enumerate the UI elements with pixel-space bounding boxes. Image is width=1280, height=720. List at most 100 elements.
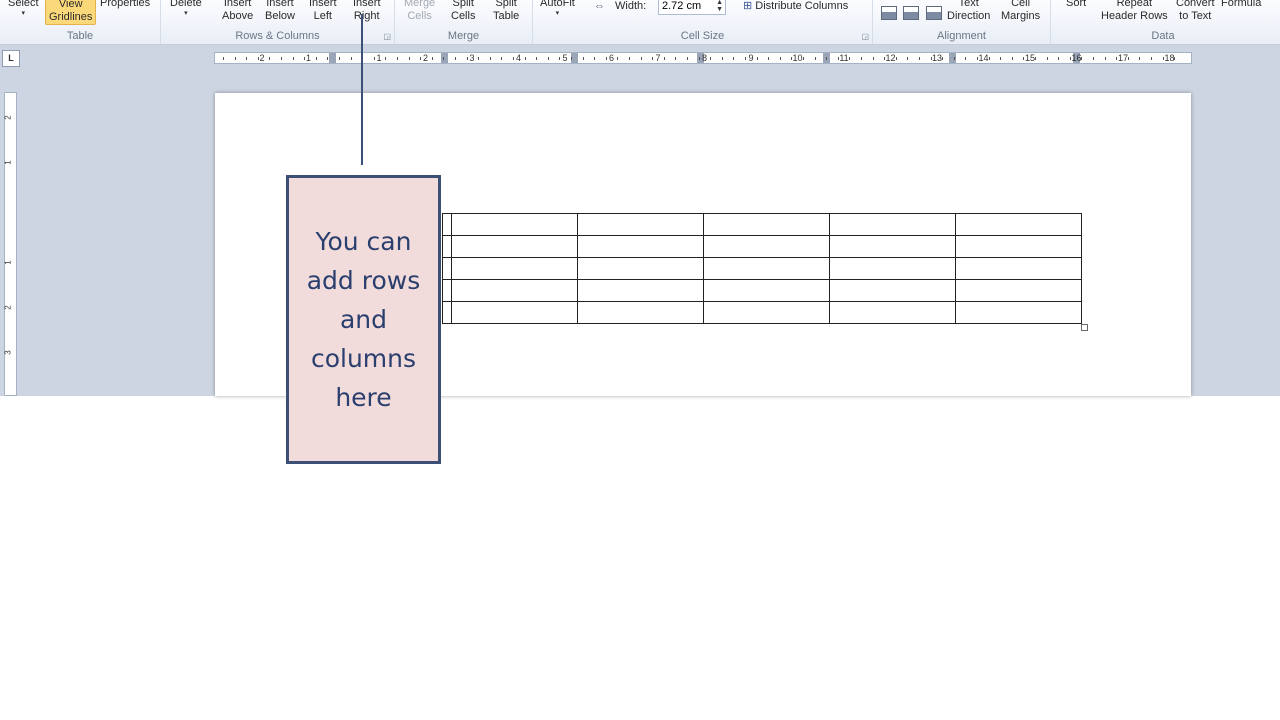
ruler-number: 2 bbox=[259, 53, 265, 63]
table-cell[interactable] bbox=[577, 301, 704, 324]
ruler-tick bbox=[559, 57, 561, 60]
table-cell[interactable] bbox=[703, 213, 830, 236]
ruler-tick bbox=[1081, 57, 1083, 60]
align-bottom-left-icon[interactable] bbox=[881, 6, 897, 20]
view-gridlines-button[interactable]: View Gridlines bbox=[45, 0, 97, 25]
ruler-tick bbox=[1093, 57, 1094, 60]
table-cell[interactable] bbox=[442, 257, 452, 280]
width-value: 2.72 cm bbox=[662, 0, 702, 12]
split-cells-button[interactable]: Split Cells bbox=[451, 0, 475, 23]
insert-above-label-1: Insert bbox=[223, 0, 252, 9]
table-cell[interactable] bbox=[451, 257, 578, 280]
merge-cells-button[interactable]: Merge Cells bbox=[404, 0, 435, 23]
table-cell[interactable] bbox=[451, 301, 578, 324]
spinner-icon[interactable]: ▲ ▼ bbox=[716, 0, 723, 13]
table-cell[interactable] bbox=[442, 301, 452, 324]
table-cell[interactable] bbox=[829, 213, 956, 236]
dialog-launcher-icon[interactable]: ◲ bbox=[383, 32, 391, 41]
autofit-button[interactable]: AutoFit ▾ bbox=[540, 0, 575, 18]
ruler-tick bbox=[571, 57, 572, 60]
table-cell[interactable] bbox=[577, 213, 704, 236]
vertical-ruler[interactable]: 2 1 1 2 3 bbox=[4, 92, 17, 396]
dialog-launcher-icon[interactable]: ◲ bbox=[861, 32, 869, 41]
width-input[interactable]: 2.72 cm ▲ ▼ bbox=[658, 0, 726, 15]
ruler-number: 11 bbox=[839, 53, 849, 63]
ruler-number: 8 bbox=[701, 53, 708, 63]
table-cell[interactable] bbox=[955, 213, 1082, 236]
ruler-tick bbox=[1174, 57, 1176, 60]
text-direction-button[interactable]: Text Direction bbox=[947, 0, 990, 23]
ruler-tick bbox=[861, 57, 862, 60]
select-button[interactable]: Select ▾ bbox=[8, 0, 39, 18]
ruler-number: 15 bbox=[1024, 53, 1036, 63]
column-marker[interactable] bbox=[949, 53, 956, 63]
table-cell[interactable] bbox=[955, 257, 1082, 280]
vertical-ruler-number: 2 bbox=[3, 305, 13, 310]
split-cells-label-1: Split bbox=[452, 0, 474, 9]
table-cell[interactable] bbox=[829, 301, 956, 324]
left-indent-marker[interactable] bbox=[329, 53, 336, 63]
ruler-tick bbox=[942, 57, 944, 60]
insert-above-button[interactable]: Insert Above bbox=[222, 0, 253, 23]
table-resize-handle[interactable] bbox=[1081, 324, 1088, 331]
insert-below-button[interactable]: Insert Below bbox=[265, 0, 295, 23]
table-cell[interactable] bbox=[442, 213, 452, 236]
table-cell[interactable] bbox=[442, 279, 452, 302]
callout-pointer-line bbox=[361, 14, 363, 165]
table-cell[interactable] bbox=[451, 279, 578, 302]
ruler-tick bbox=[965, 57, 967, 60]
distribute-columns-button[interactable]: ⊞ Distribute Columns bbox=[743, 0, 848, 13]
ruler-number: 13 bbox=[931, 53, 943, 63]
table-cell[interactable] bbox=[703, 301, 830, 324]
ruler-tick bbox=[733, 57, 735, 60]
insert-right-button[interactable]: Insert Right bbox=[353, 0, 381, 23]
ruler-tick bbox=[1139, 57, 1141, 60]
table-row bbox=[442, 213, 1082, 236]
repeat-header-rows-button[interactable]: Repeat Header Rows bbox=[1101, 0, 1168, 23]
align-bottom-right-icon[interactable] bbox=[926, 6, 942, 20]
table-cell[interactable] bbox=[577, 257, 704, 280]
table-cell[interactable] bbox=[577, 279, 704, 302]
sort-label: Sort bbox=[1066, 0, 1087, 9]
table-cell[interactable] bbox=[703, 279, 830, 302]
table-cell[interactable] bbox=[829, 279, 956, 302]
autofit-label: AutoFit bbox=[540, 0, 575, 9]
table-cell[interactable] bbox=[703, 257, 830, 280]
table-row bbox=[442, 301, 1082, 324]
delete-button[interactable]: Delete ▾ bbox=[170, 0, 202, 18]
formula-button[interactable]: Formula bbox=[1221, 0, 1261, 10]
table-cell[interactable] bbox=[955, 279, 1082, 302]
table-cell[interactable] bbox=[442, 235, 452, 258]
rows-columns-group: Delete ▾ Insert Above Insert Below Inser… bbox=[161, 0, 395, 44]
column-marker[interactable] bbox=[571, 53, 578, 63]
insert-left-label-1: Insert bbox=[309, 0, 337, 9]
table-cell[interactable] bbox=[577, 235, 704, 258]
convert-to-text-button[interactable]: Convert to Text bbox=[1176, 0, 1215, 23]
ruler-tick bbox=[953, 57, 955, 60]
cell-margins-button[interactable]: Cell Margins bbox=[1001, 0, 1040, 23]
ruler-tick bbox=[721, 57, 723, 60]
ruler-tick bbox=[1127, 57, 1129, 60]
split-table-button[interactable]: Split Table bbox=[493, 0, 519, 23]
table-cell[interactable] bbox=[451, 213, 578, 236]
ruler-tick bbox=[536, 57, 538, 60]
sort-button[interactable]: Sort bbox=[1066, 0, 1086, 10]
insert-left-button[interactable]: Insert Left bbox=[309, 0, 337, 23]
column-marker[interactable] bbox=[441, 53, 448, 63]
ruler-tick bbox=[304, 57, 306, 60]
table-cell[interactable] bbox=[703, 235, 830, 258]
table-cell[interactable] bbox=[955, 301, 1082, 324]
ruler-number: 17 bbox=[1117, 53, 1129, 63]
table-cell[interactable] bbox=[955, 235, 1082, 258]
properties-button[interactable]: Properties bbox=[100, 0, 150, 10]
table-cell[interactable] bbox=[829, 257, 956, 280]
merge-cells-label-1: Merge bbox=[404, 0, 436, 9]
table-cell[interactable] bbox=[829, 235, 956, 258]
ruler-tick bbox=[849, 57, 851, 60]
ruler-tick bbox=[1069, 57, 1071, 60]
document-table[interactable] bbox=[442, 213, 1082, 324]
table-cell[interactable] bbox=[451, 235, 578, 258]
align-bottom-center-icon[interactable] bbox=[903, 6, 919, 20]
tab-selector-button[interactable]: L bbox=[2, 50, 20, 67]
split-table-label-1: Split bbox=[495, 0, 517, 9]
